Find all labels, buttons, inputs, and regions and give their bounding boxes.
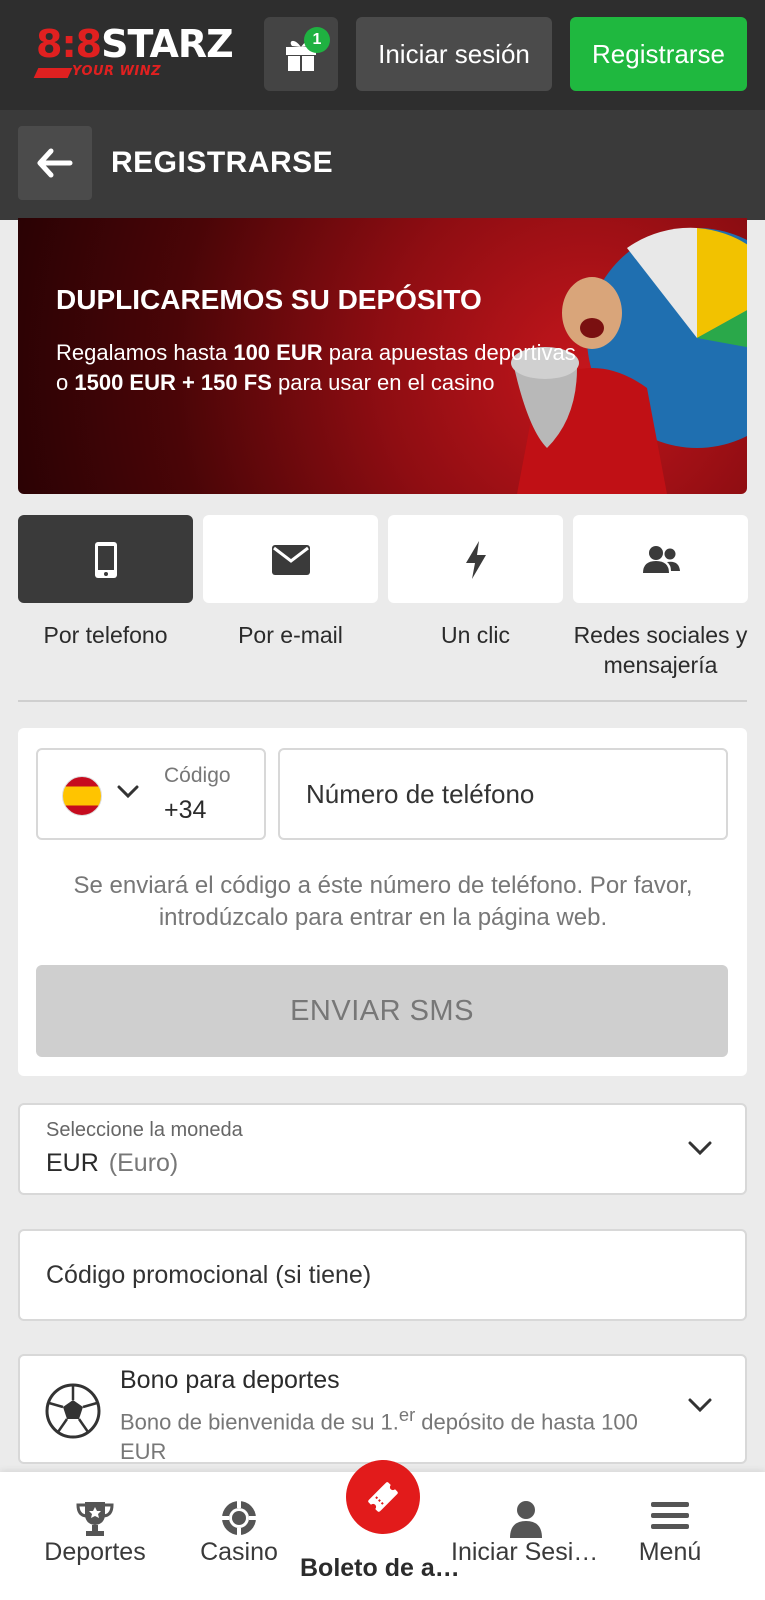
logo-brand: STARZ [101, 22, 234, 66]
banner-title: DUPLICAREMOS SU DEPÓSITO [56, 284, 482, 315]
bonus-text-sup: er [398, 1404, 416, 1425]
send-sms-button[interactable]: ENVIAR SMS [36, 965, 728, 1057]
country-code-value: +34 [164, 796, 207, 824]
nav-casino-label: Casino [200, 1538, 278, 1566]
phone-icon [94, 542, 117, 578]
tab-social[interactable] [573, 515, 748, 603]
lightning-icon [465, 541, 486, 579]
phone-number-input[interactable]: Número de teléfono [278, 748, 728, 840]
tab-label-one-click: Un clic [440, 622, 510, 648]
soccer-ball-icon [45, 1383, 101, 1439]
top-header: 8:8STARZ YOUR WINZ 1 Iniciar sesión Regi… [0, 0, 765, 110]
nav-login[interactable]: Iniciar Sesión [451, 1472, 601, 1600]
brand-logo[interactable]: 8:8STARZ YOUR WINZ [33, 22, 234, 82]
chevron-down-icon [688, 1141, 712, 1156]
banner-text-part: para apuestas deportivas [322, 340, 576, 365]
tab-phone[interactable] [18, 515, 193, 603]
logo-stripe [33, 68, 73, 78]
banner-text-part: para usar en el casino [271, 370, 495, 395]
banner-text-part: Regalamos hasta [56, 340, 234, 365]
logo-dots: : [61, 22, 76, 66]
users-icon [642, 546, 680, 573]
trophy-icon [76, 1502, 114, 1536]
tab-email[interactable] [203, 515, 378, 603]
banner-amount-sports: 100 EUR [233, 340, 323, 365]
logo-digit-mid: 8 [75, 22, 102, 66]
nav-login-label: Iniciar Sesión [451, 1538, 601, 1566]
page-title: REGISTRARSE [111, 146, 334, 179]
login-button[interactable]: Iniciar sesión [356, 17, 552, 91]
currency-label: Seleccione la moneda [46, 1119, 243, 1141]
tab-label-social: Redes sociales y mensajería [573, 622, 748, 678]
back-button[interactable] [18, 126, 92, 200]
nav-casino[interactable]: Casino [164, 1472, 314, 1600]
nav-bet-slip-label: Boleto de apuestas [300, 1554, 470, 1582]
casino-chip-icon [222, 1501, 256, 1535]
bet-slip-button[interactable] [346, 1460, 420, 1534]
bonus-description: Bono de bienvenida de su 1.er depósito d… [120, 1400, 680, 1467]
currency-value: EUR (Euro) [46, 1149, 178, 1178]
phone-hint-text: Se enviará el código a éste número de te… [73, 872, 693, 931]
banner-amount-casino: 1500 EUR + 150 FS [74, 370, 272, 395]
tab-label-email: Por e-mail [238, 622, 343, 648]
logo-digit-left: 8 [36, 22, 62, 66]
currency-name: (Euro) [108, 1149, 179, 1177]
country-code-label: Código [164, 764, 231, 787]
page-titlebar: REGISTRARSE [0, 110, 765, 220]
bonus-text-part: Bono de bienvenida de su 1. [120, 1409, 399, 1435]
nav-sports[interactable]: Deportes [20, 1472, 170, 1600]
phone-registration-card: Código +34 Número de teléfono Se enviará… [18, 728, 747, 1076]
nav-menu-label: Menú [638, 1538, 702, 1566]
tab-one-click[interactable] [388, 515, 563, 603]
gift-button[interactable]: 1 [264, 17, 338, 91]
currency-select[interactable]: Seleccione la moneda EUR (Euro) [18, 1103, 747, 1195]
gift-count-badge: 1 [304, 27, 330, 53]
promo-code-input[interactable]: Código promocional (si tiene) [18, 1229, 747, 1321]
ticket-icon [368, 1482, 398, 1512]
user-icon [510, 1501, 542, 1538]
bonus-select[interactable]: Bono para deportes Bono de bienvenida de… [18, 1354, 747, 1464]
arrow-left-icon [37, 148, 73, 178]
divider [18, 700, 747, 702]
banner-description: Regalamos hasta 100 EUR para apuestas de… [56, 338, 676, 398]
logo-tagline: YOUR WINZ [72, 64, 162, 79]
bonus-title: Bono para deportes [120, 1366, 340, 1394]
bottom-navigation: Deportes Casino Boleto de apuestas Inici… [0, 1460, 765, 1600]
register-button[interactable]: Registrarse [570, 17, 747, 91]
envelope-icon [271, 545, 310, 575]
hamburger-icon [651, 1502, 689, 1529]
nav-menu[interactable]: Menú [595, 1472, 745, 1600]
tab-label-phone: Por telefono [43, 622, 168, 648]
promo-banner[interactable]: DUPLICAREMOS SU DEPÓSITO Regalamos hasta… [18, 218, 747, 494]
chevron-down-icon [117, 785, 139, 799]
currency-code: EUR [46, 1149, 99, 1177]
spain-flag-icon [62, 776, 102, 816]
chevron-down-icon [688, 1398, 712, 1413]
country-code-select[interactable]: Código +34 [36, 748, 266, 840]
banner-text-part: o [56, 370, 75, 395]
nav-sports-label: Deportes [44, 1538, 146, 1566]
